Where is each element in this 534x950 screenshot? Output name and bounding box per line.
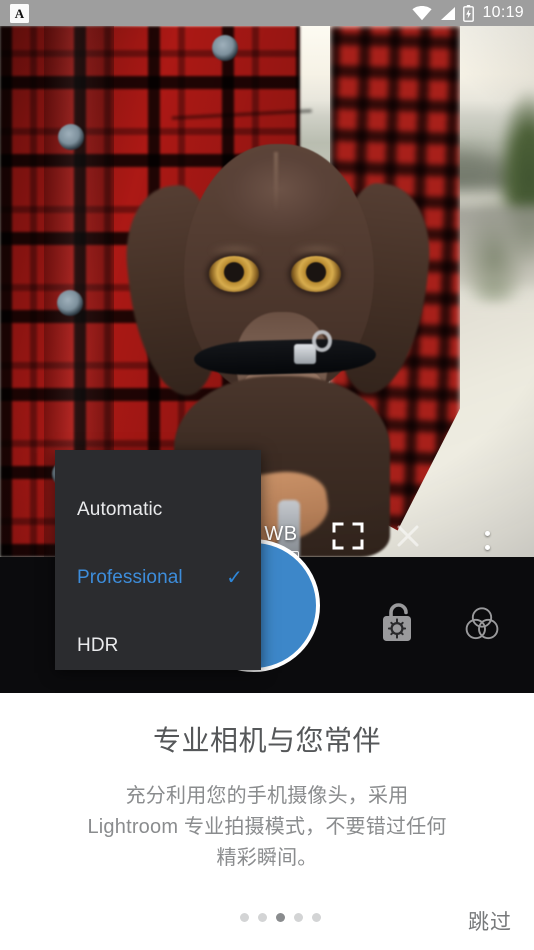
page-indicator-dots[interactable] — [240, 913, 321, 922]
adobe-a-icon: A — [10, 4, 29, 23]
menu-item-hdr[interactable]: HDR — [55, 612, 261, 680]
status-bar: A 10:19 — [0, 0, 534, 26]
menu-item-label: HDR — [77, 635, 119, 656]
page-dot[interactable] — [276, 913, 285, 922]
adobe-a-letter: A — [14, 6, 25, 21]
page-dot[interactable] — [294, 913, 303, 922]
more-vertical-icon[interactable] — [479, 531, 495, 557]
reset-control[interactable]: RESET — [380, 521, 435, 557]
focus-brackets-icon — [332, 522, 363, 550]
page-description: 充分利用您的手机摄像头，采用 Lightroom 专业拍摄模式，不要错过任何精彩… — [87, 785, 447, 869]
menu-item-automatic[interactable]: Automatic — [55, 476, 261, 544]
color-wheel-icon[interactable] — [461, 603, 503, 645]
menu-item-label: Automatic — [77, 499, 163, 520]
onboarding-screen: A 10:19 WB Automatic Professional ✓ HDR … — [0, 0, 534, 950]
page-dot[interactable] — [312, 913, 321, 922]
page-title: 专业相机与您常伴 — [152, 725, 381, 756]
page-dot[interactable] — [240, 913, 249, 922]
skip-button[interactable]: 跳过 — [462, 902, 518, 940]
focus-control[interactable]: AUTO — [320, 521, 375, 557]
camera-mode-menu[interactable]: Automatic Professional ✓ HDR — [55, 450, 261, 670]
menu-item-label: Professional — [77, 567, 183, 588]
close-x-icon — [397, 525, 418, 547]
page-dot[interactable] — [258, 913, 267, 922]
exposure-lock-unlocked-icon[interactable] — [376, 601, 418, 647]
check-icon: ✓ — [226, 567, 243, 589]
onboarding-footer: 跳过 — [0, 894, 534, 950]
battery-charging-icon — [463, 4, 475, 22]
status-bar-clock: 10:19 — [482, 4, 524, 21]
menu-item-professional[interactable]: Professional ✓ — [55, 544, 261, 612]
wifi-icon — [412, 5, 433, 20]
cellular-signal-icon — [441, 6, 456, 20]
